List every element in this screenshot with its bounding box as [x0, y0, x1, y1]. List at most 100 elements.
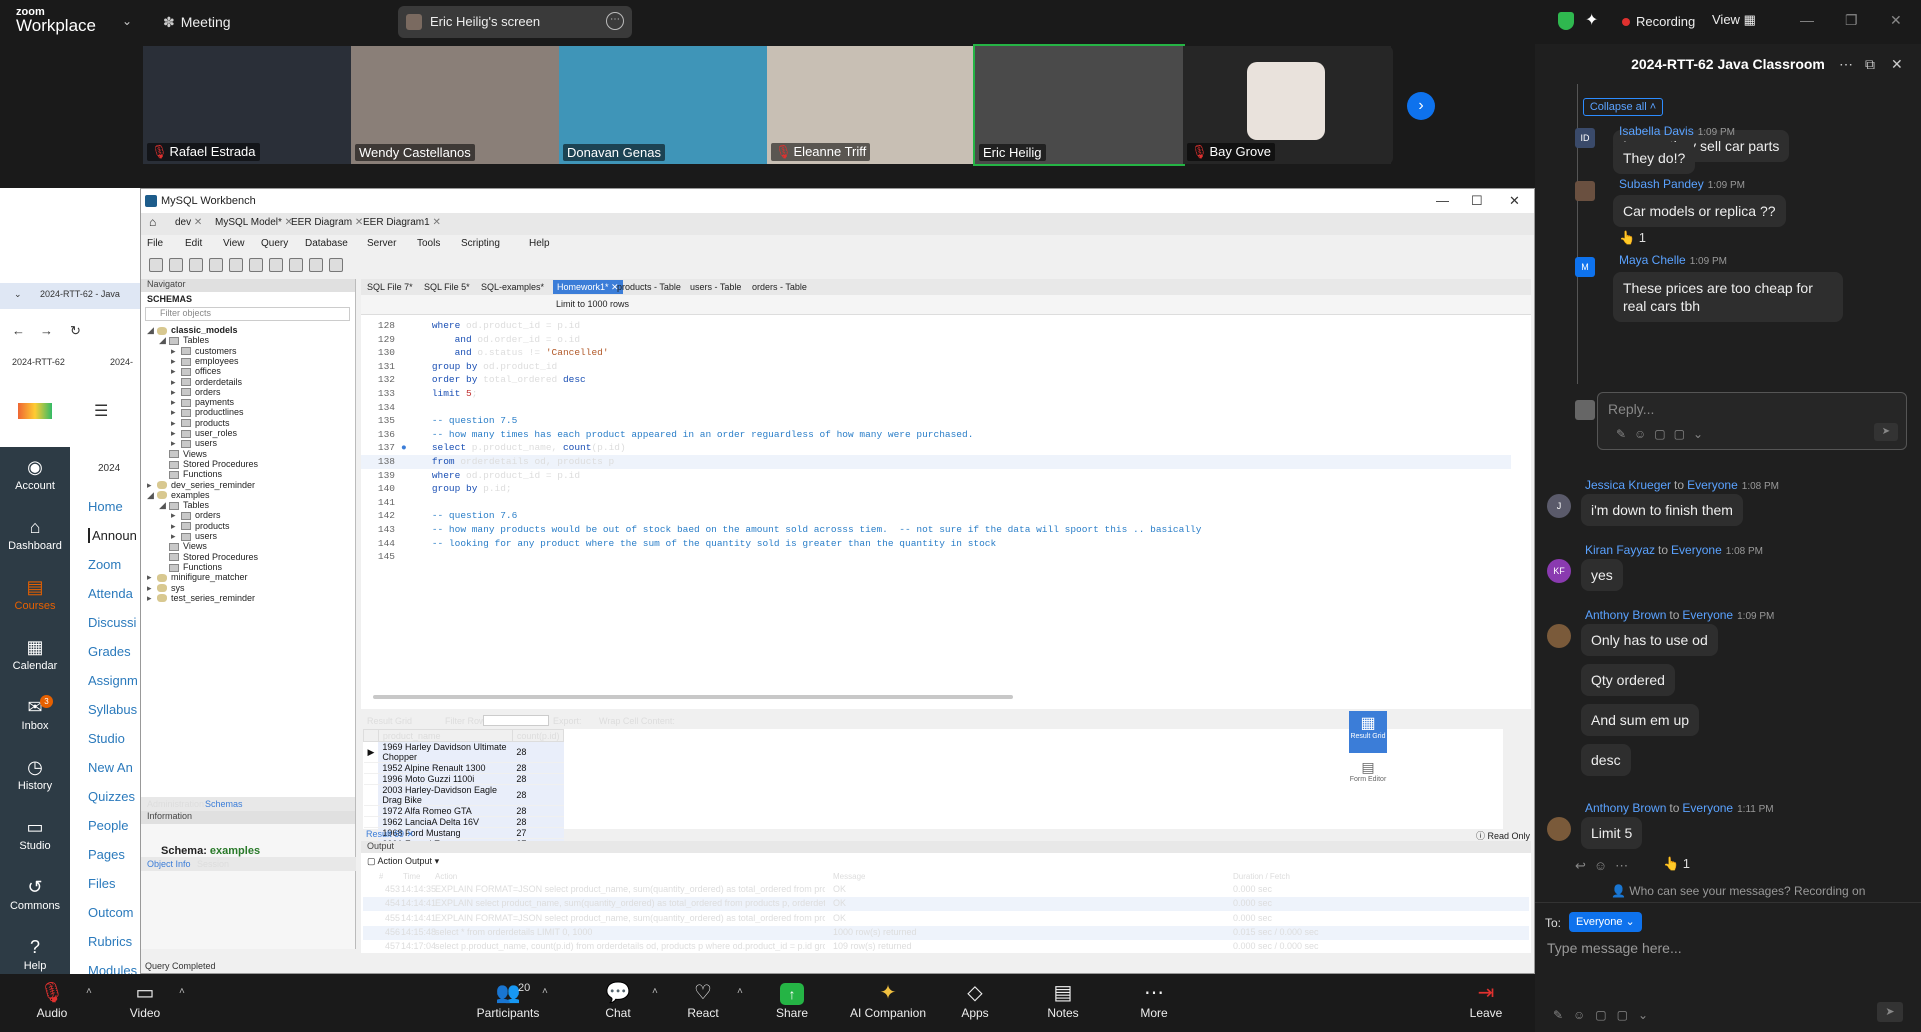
toolbar-button[interactable]: [289, 258, 303, 272]
code-line[interactable]: 138 from orderdetails od, products p: [361, 455, 1511, 469]
canvas-nav-dashboard[interactable]: ⌂ Dashboard: [0, 517, 70, 552]
table-cell[interactable]: 28: [512, 773, 564, 785]
message-bubble[interactable]: And sum em up: [1581, 704, 1700, 736]
folder-node[interactable]: Functions: [159, 469, 222, 479]
close-icon[interactable]: ✕: [191, 217, 202, 228]
limit-rows-select[interactable]: Limit to 1000 rows: [556, 299, 629, 309]
expand-toggle-icon[interactable]: ◢: [147, 490, 157, 501]
tab-schemas[interactable]: Schemas: [205, 799, 243, 809]
participants-button[interactable]: 👥 Participants 20 ˄: [468, 980, 548, 1020]
react-button[interactable]: ♡ React ˄: [663, 980, 743, 1020]
code-line[interactable]: 144 -- looking for any product where the…: [361, 537, 1511, 551]
message-bubble[interactable]: Limit 5: [1581, 817, 1643, 849]
output-row[interactable]: 457 14:17:04 select p.product_name, count(…: [363, 940, 1529, 954]
minimize-icon[interactable]: —: [1436, 193, 1449, 208]
folder-node[interactable]: Stored Procedures: [159, 459, 258, 469]
security-shield-icon[interactable]: [1558, 12, 1574, 30]
column-header[interactable]: count(p.id): [511, 729, 565, 742]
filter-rows-input[interactable]: [483, 715, 549, 726]
menu-server[interactable]: Server: [367, 238, 396, 249]
course-nav-link[interactable]: Assignm: [88, 673, 138, 688]
table-cell[interactable]: 28: [512, 816, 564, 828]
sender-name[interactable]: Maya Chelle 1:09 PM: [1619, 253, 1727, 267]
toolbar-button[interactable]: [229, 258, 243, 272]
course-nav-link[interactable]: Home: [88, 499, 123, 514]
sender-name[interactable]: Jessica Krueger to Everyone 1:08 PM: [1585, 478, 1779, 492]
editor-tab[interactable]: SQL-examples*: [481, 282, 544, 292]
menu-edit[interactable]: Edit: [185, 238, 202, 249]
more-button[interactable]: ⋯ More: [1114, 980, 1194, 1020]
menu-file[interactable]: File: [147, 238, 163, 249]
participant-tile[interactable]: Eric Heilig: [973, 44, 1185, 166]
message-bubble[interactable]: i'm down to finish them: [1581, 494, 1743, 526]
folder-node[interactable]: Stored Procedures: [159, 552, 258, 562]
result-grid-side-button[interactable]: ▦ Result Grid: [1349, 711, 1387, 753]
form-editor-button[interactable]: ▤ Form Editor: [1349, 759, 1387, 783]
table-cell[interactable]: 1972 Alfa Romeo GTA: [378, 805, 513, 817]
collapse-all-button[interactable]: Collapse all ˄: [1583, 98, 1663, 116]
action-output-select[interactable]: ▢ Action Output ▾: [367, 856, 439, 867]
course-nav-link[interactable]: Studio: [88, 731, 125, 746]
canvas-nav-account[interactable]: ◉ Account: [0, 457, 70, 492]
course-nav-link[interactable]: Discussi: [88, 615, 136, 630]
course-nav-link[interactable]: Syllabus: [88, 702, 137, 717]
output-row[interactable]: 453 14:14:35 EXPLAIN FORMAT=JSON select pr…: [363, 883, 1529, 897]
course-nav-link[interactable]: Announ: [88, 528, 137, 543]
reaction-badge[interactable]: 👆 1: [1619, 230, 1646, 246]
toolbar-button[interactable]: [189, 258, 203, 272]
code-line[interactable]: 143 -- how many products would be out of…: [361, 523, 1511, 537]
course-nav-link[interactable]: Rubrics: [88, 934, 132, 949]
chevron-up-icon[interactable]: ˄: [86, 986, 92, 997]
composer-icons[interactable]: ✎☺▢▢⌄: [1553, 1008, 1658, 1022]
reload-icon[interactable]: ↻: [70, 323, 81, 339]
message-bubble[interactable]: They do!?: [1613, 142, 1696, 174]
ai-spark-icon[interactable]: ✦: [1585, 10, 1598, 30]
course-nav-link[interactable]: Attenda: [88, 586, 133, 601]
table-cell[interactable]: 27: [512, 827, 564, 839]
connection-tab[interactable]: EER Diagram ✕: [291, 217, 363, 228]
canvas-nav-history[interactable]: ◷ History: [0, 757, 70, 792]
code-line[interactable]: 141: [361, 496, 1511, 510]
code-line[interactable]: 128 where od.product_id = p.id: [361, 319, 1511, 333]
bookmark-1[interactable]: 2024-RTT-62: [12, 357, 65, 367]
view-button[interactable]: View ▦: [1712, 12, 1756, 28]
code-line[interactable]: 132 order by total_ordered desc: [361, 373, 1511, 387]
minimize-icon[interactable]: —: [1800, 12, 1814, 28]
table-row[interactable]: 1972 Alfa Romeo GTA 28: [363, 805, 564, 817]
participant-tile[interactable]: 🎙 Bay Grove: [1183, 46, 1391, 164]
horizontal-scrollbar[interactable]: [373, 695, 1013, 699]
hamburger-icon[interactable]: ☰: [94, 401, 108, 421]
toolbar-button[interactable]: [329, 258, 343, 272]
code-line[interactable]: 133 limit 5;: [361, 387, 1511, 401]
connection-tab[interactable]: dev ✕: [175, 217, 202, 228]
folder-node[interactable]: Views: [159, 449, 207, 459]
chevron-up-icon[interactable]: ˄: [652, 986, 658, 997]
filter-objects-input[interactable]: Filter objects: [145, 307, 350, 321]
course-nav-link[interactable]: New An: [88, 760, 133, 775]
sender-name[interactable]: Anthony Brown to Everyone 1:11 PM: [1585, 801, 1774, 815]
table-row[interactable]: ▶ 1969 Harley Davidson Ultimate Chopper 28: [363, 741, 564, 763]
code-line[interactable]: 129 and od.order_id = o.id: [361, 333, 1511, 347]
tab-session[interactable]: Session: [197, 859, 229, 869]
table-cell[interactable]: 1962 LanciaA Delta 16V: [378, 816, 513, 828]
column-header[interactable]: product_name: [377, 729, 513, 742]
close-icon[interactable]: ✕: [352, 217, 363, 228]
code-line[interactable]: 134: [361, 401, 1511, 415]
toolbar-button[interactable]: [309, 258, 323, 272]
message-input[interactable]: Type message here...: [1547, 940, 1682, 956]
reply-format-icons[interactable]: ✎☺▢▢⌄: [1616, 427, 1711, 441]
code-line[interactable]: 130 and o.status != 'Cancelled': [361, 346, 1511, 360]
forward-icon[interactable]: →: [40, 323, 53, 338]
message-bubble[interactable]: These prices are too cheap for real cars…: [1613, 272, 1843, 322]
reply-input[interactable]: Reply... ✎☺▢▢⌄ ➤: [1597, 392, 1907, 450]
table-cell[interactable]: 28: [512, 741, 564, 763]
close-icon[interactable]: ✕: [1891, 44, 1903, 84]
message-bubble[interactable]: desc: [1581, 744, 1631, 776]
course-nav-link[interactable]: Quizzes: [88, 789, 135, 804]
code-line[interactable]: 140 group by p.id;: [361, 482, 1511, 496]
editor-tab[interactable]: SQL File 5*: [424, 282, 470, 292]
share-button[interactable]: ↑ Share: [752, 980, 832, 1020]
tab-object-info[interactable]: Object Info: [147, 859, 191, 869]
sender-name[interactable]: Subash Pandey 1:09 PM: [1619, 177, 1745, 191]
schema-node[interactable]: ▸ test_series_reminder: [147, 593, 255, 604]
